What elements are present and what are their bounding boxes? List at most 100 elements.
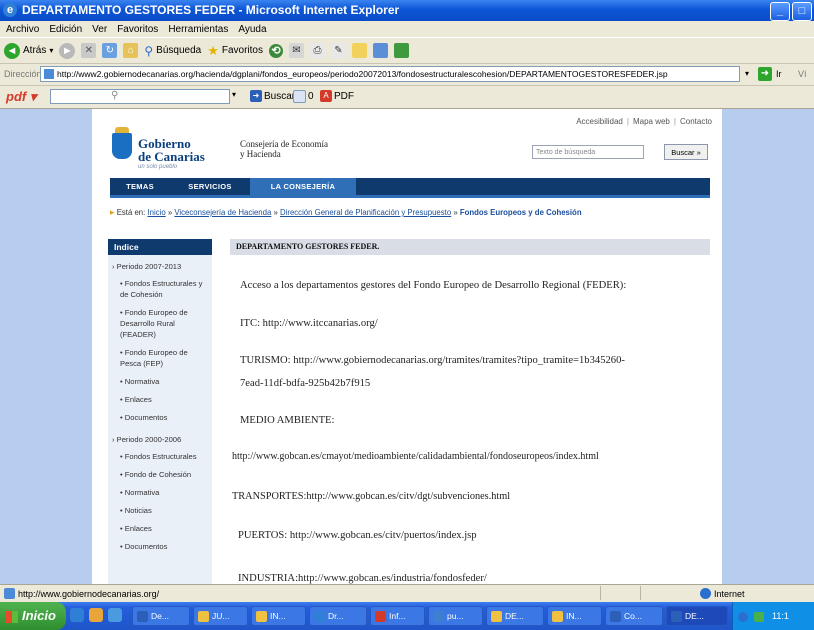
sidebar-item-documentos[interactable]: • Documentos xyxy=(108,410,212,428)
messenger-icon[interactable] xyxy=(393,43,409,58)
menu-ayuda[interactable]: Ayuda xyxy=(238,24,266,35)
search-label: Búsqueda xyxy=(156,45,202,56)
sidebar-item-fondos-estructurales[interactable]: • Fondos Estructurales xyxy=(108,449,212,467)
tab-temas[interactable]: TEMAS xyxy=(110,178,170,195)
media-quicklaunch-icon[interactable] xyxy=(89,608,103,622)
links-label[interactable]: Ví xyxy=(798,69,807,79)
tab-la-consejeria[interactable]: LA CONSEJERÍA xyxy=(250,178,356,195)
sidebar-item-enlaces-2000[interactable]: • Enlaces xyxy=(108,521,212,539)
taskbar-item[interactable]: De... xyxy=(132,606,190,626)
sidebar-item-documentos-2000[interactable]: • Documentos xyxy=(108,539,212,557)
taskbar-item[interactable]: Inf... xyxy=(370,606,425,626)
sidebar-item-normativa[interactable]: • Normativa xyxy=(108,374,212,392)
maximize-button[interactable]: □ xyxy=(792,2,812,21)
menu-ver[interactable]: Ver xyxy=(92,24,107,35)
puertos-link[interactable]: PUERTOS: http://www.gobcan.es/citv/puert… xyxy=(238,530,477,541)
pdf-toolbar: pdf ▾ ⚲ ▾ ➜ Buscar 0 A PDF xyxy=(0,86,814,109)
taskbar-item[interactable]: IN... xyxy=(251,606,306,626)
back-button[interactable]: ◄ Atrás ▾ xyxy=(4,42,53,59)
mail-icon[interactable]: ✉ xyxy=(288,43,304,58)
go-arrow-icon[interactable]: ➜ xyxy=(758,67,772,81)
discuss-icon[interactable] xyxy=(372,43,388,58)
contacto-link[interactable]: Contacto xyxy=(680,117,712,126)
sidebar-item-fep[interactable]: • Fondo Europeo de Pesca (FEP) xyxy=(108,345,212,374)
sidebar-item-fondo-cohesion[interactable]: • Fondo de Cohesión xyxy=(108,467,212,485)
taskbar-item[interactable]: DE... xyxy=(486,606,544,626)
stop-icon[interactable]: ✕ xyxy=(81,43,97,58)
gobierno-canarias-logo[interactable]: Gobierno de Canarias un solo pueblo xyxy=(112,127,242,177)
pdf-counter[interactable]: 0 xyxy=(293,90,314,103)
status-url: http://www.gobiernodecanarias.org/ xyxy=(4,588,159,599)
mapa-web-link[interactable]: Mapa web xyxy=(633,117,670,126)
accesibilidad-link[interactable]: Accesibilidad xyxy=(576,117,623,126)
sidebar-item-noticias[interactable]: • Noticias xyxy=(108,503,212,521)
word-icon xyxy=(610,610,621,622)
folder-icon[interactable] xyxy=(351,43,367,58)
print-icon[interactable]: ⎙ xyxy=(309,43,325,58)
itc-link[interactable]: ITC: http://www.itccanarias.org/ xyxy=(240,318,378,329)
menu-herramientas[interactable]: Herramientas xyxy=(168,24,228,35)
taskbar-item[interactable]: JU... xyxy=(193,606,248,626)
magnifier-icon: ⚲ xyxy=(111,90,119,101)
status-divider xyxy=(640,586,641,600)
pdf-button[interactable]: A PDF xyxy=(320,90,354,102)
breadcrumb-viceconsejeria[interactable]: Viceconsejería de Hacienda xyxy=(174,208,271,217)
turismo-link-line-2[interactable]: 7ead-11df-bdfa-925b42b7f915 xyxy=(240,378,370,389)
sidebar-item-enlaces[interactable]: • Enlaces xyxy=(108,392,212,410)
utility-links: Accesibilidad | Mapa web | Contacto xyxy=(576,117,712,126)
breadcrumb-direccion-general[interactable]: Dirección General de Planificación y Pre… xyxy=(280,208,451,217)
security-icon[interactable] xyxy=(753,611,764,622)
history-icon[interactable]: ⟲ xyxy=(268,43,283,58)
clock: 11:1 xyxy=(772,611,789,621)
search-button[interactable]: ⚲ Búsqueda xyxy=(144,44,201,58)
pdf-file-icon: A xyxy=(320,90,332,102)
home-icon[interactable]: ⌂ xyxy=(123,43,139,58)
forward-button[interactable]: ► xyxy=(59,42,76,59)
taskbar-item-active[interactable]: DE... xyxy=(666,606,728,626)
sidebar-item-feader[interactable]: • Fondo Europeo de Desarrollo Rural (FEA… xyxy=(108,305,212,345)
transportes-link[interactable]: TRANSPORTES:http://www.gobcan.es/citv/dg… xyxy=(232,491,510,502)
ie-icon xyxy=(314,610,325,622)
sidebar-item-normativa-2000[interactable]: • Normativa xyxy=(108,485,212,503)
window-title: DEPARTAMENTO GESTORES FEDER - Microsoft … xyxy=(22,3,400,17)
status-url-text: http://www.gobiernodecanarias.org/ xyxy=(18,588,160,599)
taskbar-item[interactable]: Co... xyxy=(605,606,663,626)
sidebar-item-periodo-2000-2006[interactable]: › Periodo 2000-2006 xyxy=(108,428,212,449)
favorites-button[interactable]: ★ Favoritos xyxy=(207,43,263,59)
menu-favoritos[interactable]: Favoritos xyxy=(117,24,158,35)
minimize-button[interactable]: _ xyxy=(770,2,790,21)
breadcrumb-arrow-icon: ▸ xyxy=(110,207,115,217)
menu-bar: Archivo Edición Ver Favoritos Herramient… xyxy=(0,21,814,37)
refresh-icon[interactable]: ↻ xyxy=(102,43,118,58)
medio-ambiente-link[interactable]: http://www.gobcan.es/cmayot/medioambient… xyxy=(232,451,599,462)
network-icon[interactable] xyxy=(738,611,748,622)
address-dropdown-icon[interactable]: ▾ xyxy=(741,67,753,81)
taskbar-item[interactable]: pu... xyxy=(428,606,483,626)
breadcrumb-inicio[interactable]: Inicio xyxy=(147,208,165,217)
turismo-link-line-1[interactable]: TURISMO: http://www.gobiernodecanarias.o… xyxy=(240,355,625,366)
site-search-input[interactable]: Texto de búsqueda xyxy=(532,145,644,159)
pdf-search-input[interactable]: ⚲ xyxy=(50,89,230,104)
go-label[interactable]: Ir xyxy=(776,69,782,79)
start-button[interactable]: Inicio xyxy=(0,602,66,630)
pdf-search-dropdown-icon[interactable]: ▾ xyxy=(232,90,236,99)
industria-link[interactable]: INDUSTRIA:http://www.gobcan.es/industria… xyxy=(238,573,487,584)
pdf-brand[interactable]: pdf ▾ xyxy=(6,89,36,105)
menu-edicion[interactable]: Edición xyxy=(49,24,82,35)
desktop-quicklaunch-icon[interactable] xyxy=(108,608,122,622)
consejeria-title: Consejería de Economía y Hacienda xyxy=(240,139,328,159)
edit-icon[interactable]: ✎ xyxy=(330,43,346,58)
taskbar-item[interactable]: Dr... xyxy=(309,606,367,626)
address-input[interactable]: http://www2.gobiernodecanarias.org/hacie… xyxy=(40,66,740,82)
browser-viewport[interactable]: Accesibilidad | Mapa web | Contacto Gobierno… xyxy=(0,109,814,584)
ie-quicklaunch-icon[interactable] xyxy=(70,608,84,622)
sidebar-item-fondos-estructurales-cohesion[interactable]: • Fondos Estructurales y de Cohesión xyxy=(108,276,212,305)
address-url: http://www2.gobiernodecanarias.org/hacie… xyxy=(57,69,668,79)
tab-servicios[interactable]: SERVICIOS xyxy=(170,178,250,195)
menu-archivo[interactable]: Archivo xyxy=(6,24,39,35)
site-search-button[interactable]: Buscar » xyxy=(664,144,708,160)
taskbar-item[interactable]: IN... xyxy=(547,606,602,626)
main-nav: TEMAS SERVICIOS LA CONSEJERÍA xyxy=(110,178,710,195)
sidebar-item-periodo-2007-2013[interactable]: › Periodo 2007-2013 xyxy=(108,255,212,276)
pdf-search-button[interactable]: ➜ Buscar xyxy=(250,90,295,102)
